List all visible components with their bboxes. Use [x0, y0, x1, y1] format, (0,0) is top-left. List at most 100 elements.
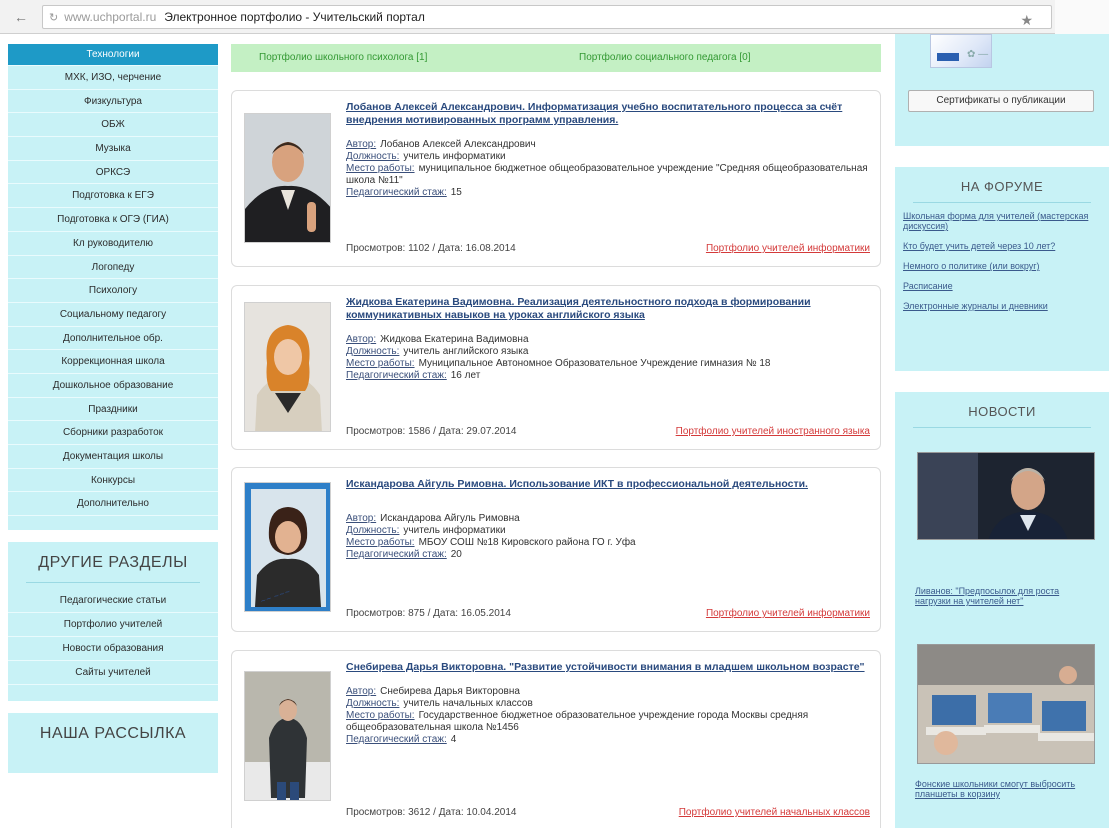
- address-bar[interactable]: ↻ www.uchportal.ru Электронное портфолио -…: [42, 5, 1052, 29]
- forum-topic-link[interactable]: Расписание: [903, 281, 1097, 291]
- portfolio-title-link[interactable]: Снебирева Дарья Викторовна. "Развитие ус…: [346, 661, 870, 674]
- category-link[interactable]: Портфолио учителей информатики: [706, 608, 870, 619]
- date-label: Дата:: [437, 243, 463, 254]
- news-heading: НОВОСТИ: [968, 404, 1036, 419]
- side-link[interactable]: Новости образования: [8, 637, 218, 662]
- menu-item[interactable]: Дополнительно: [8, 492, 218, 517]
- news-headline-link[interactable]: Фонские школьники смогут выбросить планш…: [915, 779, 1095, 799]
- experience-label: Педагогический стаж:: [346, 187, 447, 198]
- menu-item[interactable]: Логопеду: [8, 256, 218, 280]
- menu-item[interactable]: Сборники разработок: [8, 421, 218, 445]
- certificate-stripe: [937, 53, 959, 61]
- portfolio-title-link[interactable]: Искандарова Айгуль Римовна. Использовани…: [346, 478, 870, 491]
- menu-item[interactable]: Физкультура: [8, 90, 218, 114]
- newsletter-heading: НАША РАССЫЛКА: [39, 725, 187, 743]
- card-footer: Просмотров: 1102 / Дата: 16.08.2014 Порт…: [346, 243, 870, 254]
- menu-item[interactable]: Подготовка к ЕГЭ: [8, 184, 218, 209]
- menu-item[interactable]: МХК, ИЗО, черчение: [8, 66, 218, 90]
- left-sidebar: Технологии МХК, ИЗО, черчение Физкультур…: [8, 44, 218, 774]
- menu-item[interactable]: Социальному педагогу: [8, 303, 218, 327]
- back-arrow-icon[interactable]: ←: [12, 9, 30, 25]
- views-label: Просмотров:: [346, 426, 406, 437]
- news-headline-link[interactable]: Ливанов: "Предпосылок для роста нагрузки…: [915, 586, 1095, 606]
- menu-item[interactable]: ОБЖ: [8, 113, 218, 138]
- views-count: 1586: [408, 426, 431, 437]
- views-count: 3612: [408, 807, 431, 818]
- certificate-thumbnail: ✿ —: [930, 34, 992, 68]
- portfolio-meta: Автор: Лобанов Алексей Александрович Долж…: [346, 139, 870, 199]
- publish-date: 10.04.2014: [466, 807, 517, 818]
- card-body: Лобанов Алексей Александрович. Информати…: [346, 101, 870, 199]
- menu-item[interactable]: Документация школы: [8, 445, 218, 469]
- side-link[interactable]: Сайты учителей: [8, 661, 218, 686]
- experience-value: 20: [450, 549, 462, 560]
- portfolio-card: Жидкова Екатерина Вадимовна. Реализация …: [231, 285, 881, 450]
- publish-date: 16.08.2014: [465, 243, 516, 254]
- author-label: Автор:: [346, 139, 377, 150]
- author-value: Искандарова Айгуль Римовна: [380, 513, 520, 524]
- author-label: Автор:: [346, 513, 377, 524]
- side-link[interactable]: Портфолио учителей: [8, 613, 218, 638]
- address-url: www.uchportal.ru: [64, 10, 157, 24]
- position-label: Должность:: [346, 346, 400, 357]
- menu-item[interactable]: ОРКСЭ: [8, 161, 218, 185]
- seal-icon: ✿ —: [967, 49, 989, 60]
- side-link[interactable]: Педагогические статьи: [8, 589, 218, 614]
- menu-item[interactable]: Психологу: [8, 279, 218, 303]
- views-label: Просмотров:: [346, 243, 406, 254]
- category-link[interactable]: Портфолио учителей начальных классов: [679, 807, 870, 818]
- menu-item[interactable]: Дополнительное обр.: [8, 327, 218, 351]
- position-label: Должность:: [346, 525, 400, 536]
- portfolio-meta: Автор: Жидкова Екатерина Вадимовна Должно…: [346, 334, 870, 382]
- menu-item[interactable]: Конкурсы: [8, 469, 218, 493]
- portfolio-title-link[interactable]: Жидкова Екатерина Вадимовна. Реализация …: [346, 296, 870, 322]
- forum-topic-link[interactable]: Электронные журналы и дневники: [903, 301, 1097, 311]
- card-body: Искандарова Айгуль Римовна. Использовани…: [346, 478, 870, 561]
- menu-item-technology[interactable]: Технологии: [8, 44, 218, 66]
- category-link[interactable]: Портфолио учителей иностранного языка: [676, 426, 870, 437]
- position-label: Должность:: [346, 151, 400, 162]
- forum-topic-link[interactable]: Немного о политике (или вокруг): [903, 261, 1097, 271]
- menu-item[interactable]: Музыка: [8, 137, 218, 161]
- author-label: Автор:: [346, 334, 377, 345]
- publish-date: 16.05.2014: [460, 608, 511, 619]
- portfolio-card: Снебирева Дарья Викторовна. "Развитие ус…: [231, 650, 881, 828]
- page-icon: ↻: [49, 12, 59, 24]
- menu-item[interactable]: Дошкольное образование: [8, 374, 218, 398]
- author-value: Лобанов Алексей Александрович: [380, 139, 536, 150]
- news-image[interactable]: [917, 644, 1095, 764]
- workplace-label: Место работы:: [346, 710, 415, 721]
- portfolio-title-link[interactable]: Лобанов Алексей Александрович. Информати…: [346, 101, 870, 127]
- forum-heading: НА ФОРУМЕ: [960, 179, 1044, 194]
- card-body: Снебирева Дарья Викторовна. "Развитие ус…: [346, 661, 870, 746]
- menu-item[interactable]: Праздники: [8, 398, 218, 422]
- card-footer: Просмотров: 875 / Дата: 16.05.2014 Портф…: [346, 608, 870, 619]
- position-value: учитель информатики: [403, 525, 506, 536]
- forum-topic-link[interactable]: Кто будет учить детей через 10 лет?: [903, 241, 1097, 251]
- certificates-button[interactable]: Сертификаты о публикации: [908, 90, 1094, 112]
- tab-psychologist[interactable]: Портфолио школьного психолога [1]: [259, 44, 427, 72]
- author-photo: [244, 302, 331, 432]
- author-photo: [244, 113, 331, 243]
- author-photo: [244, 671, 331, 801]
- category-link[interactable]: Портфолио учителей информатики: [706, 243, 870, 254]
- date-label: Дата:: [438, 807, 464, 818]
- portfolio-tabs: Портфолио школьного психолога [1] Портфо…: [231, 44, 881, 72]
- forum-topic-link[interactable]: Школьная форма для учителей (мастерская …: [903, 211, 1097, 231]
- news-image[interactable]: [917, 452, 1095, 540]
- workplace-value: муниципальное бюджетное общеобразователь…: [346, 163, 868, 186]
- browser-toolbar: ← ↻ www.uchportal.ru Электронное портфолио…: [0, 0, 1109, 34]
- page-title: Электронное портфолио - Учительский порт…: [164, 10, 425, 24]
- position-value: учитель английского языка: [403, 346, 529, 357]
- card-footer: Просмотров: 3612 / Дата: 10.04.2014 Порт…: [346, 807, 870, 818]
- bookmark-star-icon[interactable]: ★: [1020, 9, 1033, 28]
- card-body: Жидкова Екатерина Вадимовна. Реализация …: [346, 296, 870, 382]
- portfolio-card: ~~ ~~~ Искандарова Айгуль Римовна. Испол…: [231, 467, 881, 632]
- views-label: Просмотров:: [346, 608, 406, 619]
- menu-item[interactable]: Коррекционная школа: [8, 350, 218, 374]
- tab-social-teacher[interactable]: Портфолио социального педагога [0]: [579, 44, 750, 72]
- subject-menu: Технологии МХК, ИЗО, черчение Физкультур…: [8, 44, 218, 531]
- menu-item[interactable]: Подготовка к ОГЭ (ГИА): [8, 208, 218, 232]
- menu-item[interactable]: Кл руководителю: [8, 232, 218, 256]
- experience-value: 16 лет: [450, 370, 481, 381]
